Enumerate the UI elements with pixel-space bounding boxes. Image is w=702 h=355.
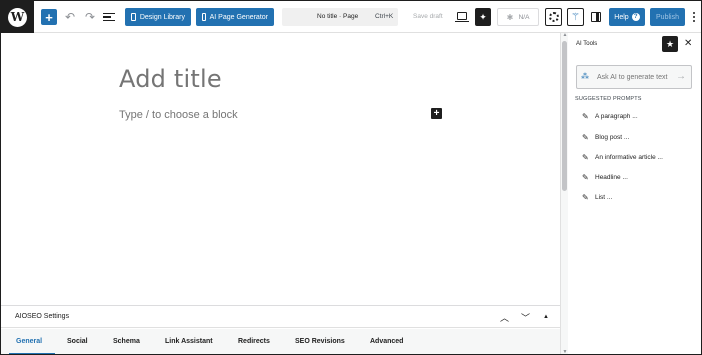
scrollbar-thumb[interactable] — [562, 41, 567, 191]
pencil-icon: ✎ — [582, 112, 589, 121]
tab-link-assistant[interactable]: Link Assistant — [165, 338, 213, 345]
help-label: Help — [614, 13, 629, 21]
chevron-up-icon[interactable]: ︿ — [500, 311, 509, 324]
seo-score-label: N/A — [518, 13, 530, 21]
tab-advanced[interactable]: Advanced — [370, 338, 403, 345]
top-toolbar: W + ↶ ↷ Design Library AI Page Generator… — [1, 1, 701, 33]
settings-button[interactable] — [545, 8, 562, 26]
ai-tools-button[interactable]: ⚚ — [567, 8, 584, 26]
close-icon[interactable]: ✕ — [684, 38, 692, 49]
tab-social[interactable]: Social — [67, 338, 88, 345]
ai-page-generator-button[interactable]: AI Page Generator — [196, 8, 274, 26]
chevron-down-icon[interactable]: ﹀ — [521, 311, 530, 324]
question-icon: ? — [631, 13, 640, 21]
editor-window: W + ↶ ↷ Design Library AI Page Generator… — [0, 0, 702, 355]
ai-sparkle-button[interactable]: ✦ — [475, 8, 491, 26]
gear-icon — [548, 12, 559, 22]
tab-seo-revisions[interactable]: SEO Revisions — [295, 338, 345, 345]
publish-button[interactable]: Publish — [650, 8, 685, 26]
view-desktop-icon[interactable] — [455, 12, 469, 22]
ai-panel-title: AI Tools — [576, 41, 598, 47]
prompt-label: An informative article ... — [595, 154, 663, 161]
suggested-prompts-heading: SUGGESTED PROMPTS — [575, 96, 642, 102]
help-button[interactable]: Help ? — [609, 8, 645, 26]
inline-add-block-button[interactable]: + — [431, 108, 442, 119]
post-title-input[interactable]: Add title — [119, 65, 222, 93]
aioseo-tabs: General Social Schema Link Assistant Red… — [1, 329, 560, 354]
suggested-prompt[interactable]: ✎ List ... — [582, 193, 612, 202]
star-icon[interactable]: ★ — [662, 36, 678, 52]
collapse-up-icon[interactable]: ▲ — [543, 314, 549, 320]
ai-panel-header: AI Tools ★ ✕ — [568, 33, 701, 57]
undo-icon[interactable]: ↶ — [63, 9, 77, 25]
editor-canvas: Add title Type / to choose a block + — [1, 33, 559, 305]
prompt-label: List ... — [595, 194, 613, 201]
prompt-label: Headline ... — [595, 174, 628, 181]
suggested-prompt[interactable]: ✎ An informative article ... — [582, 153, 663, 162]
options-menu-icon[interactable] — [692, 10, 696, 24]
document-bar[interactable]: No title · Page Ctrl+K — [282, 8, 398, 26]
pencil-icon: ✎ — [582, 173, 589, 182]
ai-tools-panel: AI Tools ★ ✕ ⁂ Ask AI to generate text →… — [568, 33, 701, 354]
wordpress-logo[interactable]: W — [1, 1, 34, 33]
document-overview-icon[interactable] — [103, 10, 115, 24]
seo-logo-icon: ✱ — [506, 12, 514, 22]
ai-prompt-input[interactable]: ⁂ Ask AI to generate text → — [576, 65, 692, 89]
add-block-button[interactable]: + — [41, 9, 57, 25]
command-shortcut: Ctrl+K — [375, 13, 394, 20]
ai-page-generator-label: AI Page Generator — [209, 13, 268, 21]
submit-arrow-icon[interactable]: → — [676, 71, 686, 82]
save-draft-button[interactable]: Save draft — [413, 13, 443, 20]
tab-redirects[interactable]: Redirects — [238, 338, 270, 345]
block-placeholder[interactable]: Type / to choose a block — [119, 109, 238, 121]
suggested-prompt[interactable]: ✎ A paragraph ... — [582, 112, 638, 121]
document-title: No title · Page — [317, 13, 359, 20]
prompt-label: Blog post ... — [595, 134, 630, 141]
prompt-label: A paragraph ... — [595, 113, 638, 120]
magic-wand-icon: ⚚ — [571, 11, 580, 23]
aioseo-settings-panel: AIOSEO Settings ︿ ﹀ ▲ General Social Sch… — [1, 305, 560, 354]
tab-schema[interactable]: Schema — [113, 338, 140, 345]
design-library-label: Design Library — [139, 13, 185, 21]
ai-generator-icon — [202, 13, 206, 21]
redo-icon[interactable]: ↷ — [83, 9, 97, 25]
publish-label: Publish — [656, 13, 679, 21]
tab-general[interactable]: General — [16, 338, 42, 345]
seo-score-button[interactable]: ✱ N/A — [497, 8, 539, 26]
design-library-button[interactable]: Design Library — [125, 8, 191, 26]
suggested-prompt[interactable]: ✎ Blog post ... — [582, 133, 629, 142]
ai-prompt-placeholder: Ask AI to generate text — [597, 74, 668, 81]
suggested-prompt[interactable]: ✎ Headline ... — [582, 173, 628, 182]
pencil-icon: ✎ — [582, 193, 589, 202]
library-icon — [131, 13, 136, 21]
sparkle-icon: ✦ — [479, 11, 487, 22]
sidebar-toggle-icon[interactable] — [591, 12, 601, 22]
wordpress-icon: W — [8, 7, 27, 27]
aioseo-header: AIOSEO Settings ︿ ﹀ ▲ — [1, 306, 560, 328]
aioseo-title: AIOSEO Settings — [15, 313, 70, 320]
pencil-icon: ✎ — [582, 153, 589, 162]
ai-sparkle-icon: ⁂ — [581, 72, 589, 81]
pencil-icon: ✎ — [582, 133, 589, 142]
editor-scrollbar[interactable]: ▲ ▼ — [560, 32, 568, 354]
